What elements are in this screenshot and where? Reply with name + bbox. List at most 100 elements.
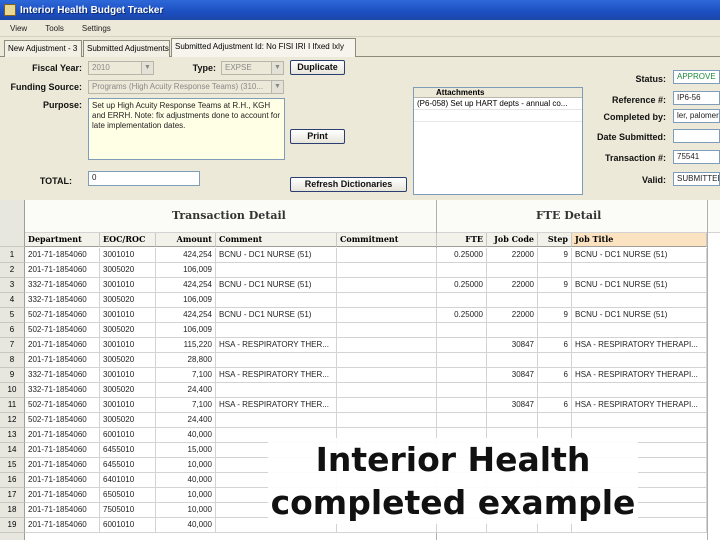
transaction-field[interactable]: 75541 (673, 150, 720, 164)
column-header-fte[interactable]: FTE (437, 233, 487, 247)
table-cell[interactable]: 22000 (487, 278, 538, 293)
column-header-department[interactable]: Department (25, 233, 100, 247)
table-cell[interactable] (572, 323, 707, 338)
table-cell[interactable]: HSA - RESPIRATORY THERAPI... (572, 398, 707, 413)
menu-settings[interactable]: Settings (72, 24, 119, 33)
table-cell[interactable]: 28,800 (156, 353, 216, 368)
column-header-job-code[interactable]: Job Code (487, 233, 538, 247)
table-cell[interactable] (487, 353, 538, 368)
row-number[interactable]: 5 (0, 308, 25, 323)
table-cell[interactable]: 15,000 (156, 443, 216, 458)
table-cell[interactable] (437, 263, 487, 278)
table-cell[interactable]: 3005020 (100, 263, 156, 278)
table-cell[interactable]: HSA - RESPIRATORY THERAPI... (572, 338, 707, 353)
tab-submitted-adjustment-detail[interactable]: Submitted Adjustment Id: No FISI IRI I I… (171, 38, 356, 57)
table-cell[interactable]: 201-71-1854060 (25, 443, 100, 458)
table-cell[interactable]: 3001010 (100, 248, 156, 263)
table-cell[interactable] (216, 383, 337, 398)
row-number[interactable]: 8 (0, 353, 25, 368)
table-cell[interactable]: 22000 (487, 248, 538, 263)
row-number[interactable]: 6 (0, 323, 25, 338)
table-cell[interactable]: HSA - RESPIRATORY THER... (216, 398, 337, 413)
table-cell[interactable] (572, 383, 707, 398)
table-cell[interactable]: 6 (538, 368, 572, 383)
table-cell[interactable] (572, 293, 707, 308)
table-cell[interactable]: 3001010 (100, 338, 156, 353)
menu-view[interactable]: View (0, 24, 35, 33)
table-cell[interactable]: HSA - RESPIRATORY THERAPI... (572, 368, 707, 383)
table-cell[interactable]: 502-71-1854060 (25, 308, 100, 323)
table-cell[interactable]: 332-71-1854060 (25, 368, 100, 383)
table-cell[interactable]: 22000 (487, 308, 538, 323)
table-cell[interactable]: BCNU - DC1 NURSE (51) (572, 248, 707, 263)
table-cell[interactable] (487, 323, 538, 338)
table-cell[interactable] (437, 323, 487, 338)
table-cell[interactable] (337, 248, 437, 263)
table-cell[interactable]: 40,000 (156, 518, 216, 533)
funding-source-select[interactable]: Programs (High Acuity Response Teams) (3… (88, 80, 284, 94)
table-cell[interactable]: 502-71-1854060 (25, 323, 100, 338)
table-cell[interactable]: 201-71-1854060 (25, 458, 100, 473)
column-header-job-title[interactable]: Job Title (572, 233, 707, 247)
table-cell[interactable] (538, 263, 572, 278)
duplicate-button[interactable]: Duplicate (290, 60, 345, 75)
table-cell[interactable]: 201-71-1854060 (25, 518, 100, 533)
reference-field[interactable]: IP6-56 (673, 91, 720, 105)
table-cell[interactable] (572, 413, 707, 428)
table-cell[interactable] (337, 338, 437, 353)
table-cell[interactable] (216, 353, 337, 368)
row-number[interactable]: 9 (0, 368, 25, 383)
table-cell[interactable] (437, 368, 487, 383)
table-cell[interactable]: 3001010 (100, 368, 156, 383)
column-header-amount[interactable]: Amount (156, 233, 216, 247)
table-cell[interactable] (437, 293, 487, 308)
row-number[interactable]: 11 (0, 398, 25, 413)
table-cell[interactable]: 6 (538, 338, 572, 353)
table-cell[interactable]: 424,254 (156, 248, 216, 263)
select-all-corner[interactable] (0, 233, 25, 247)
table-cell[interactable]: 0.25000 (437, 248, 487, 263)
table-cell[interactable]: 7,100 (156, 398, 216, 413)
table-cell[interactable] (337, 353, 437, 368)
table-cell[interactable] (538, 413, 572, 428)
table-cell[interactable] (337, 263, 437, 278)
table-cell[interactable]: BCNU - DC1 NURSE (51) (572, 308, 707, 323)
table-cell[interactable] (437, 338, 487, 353)
table-cell[interactable]: 7505010 (100, 503, 156, 518)
table-cell[interactable]: 40,000 (156, 473, 216, 488)
table-cell[interactable]: 24,400 (156, 383, 216, 398)
table-cell[interactable]: 332-71-1854060 (25, 293, 100, 308)
row-number[interactable]: 2 (0, 263, 25, 278)
tab-new-adjustment[interactable]: New Adjustment - 3 (4, 40, 82, 57)
row-number[interactable]: 13 (0, 428, 25, 443)
row-number[interactable]: 15 (0, 458, 25, 473)
table-cell[interactable] (437, 413, 487, 428)
table-cell[interactable] (337, 398, 437, 413)
table-cell[interactable] (337, 293, 437, 308)
table-cell[interactable] (437, 353, 487, 368)
table-cell[interactable]: BCNU - DC1 NURSE (51) (216, 278, 337, 293)
table-cell[interactable] (538, 323, 572, 338)
table-cell[interactable]: 6001010 (100, 518, 156, 533)
table-cell[interactable]: 30847 (487, 398, 538, 413)
table-cell[interactable]: 3005020 (100, 353, 156, 368)
table-cell[interactable]: 332-71-1854060 (25, 383, 100, 398)
table-cell[interactable]: 3001010 (100, 398, 156, 413)
row-number[interactable]: 3 (0, 278, 25, 293)
table-cell[interactable] (337, 278, 437, 293)
table-cell[interactable]: BCNU - DC1 NURSE (51) (572, 278, 707, 293)
table-cell[interactable] (487, 293, 538, 308)
table-cell[interactable]: 9 (538, 278, 572, 293)
row-number[interactable]: 10 (0, 383, 25, 398)
table-cell[interactable]: 7,100 (156, 368, 216, 383)
row-number[interactable]: 14 (0, 443, 25, 458)
table-cell[interactable] (538, 353, 572, 368)
row-number[interactable]: 7 (0, 338, 25, 353)
attachment-item[interactable]: (P6-058) Set up HART depts - annual co..… (414, 98, 582, 110)
table-cell[interactable]: 0.25000 (437, 278, 487, 293)
menu-tools[interactable]: Tools (35, 24, 72, 33)
table-cell[interactable]: 201-71-1854060 (25, 353, 100, 368)
row-number[interactable]: 19 (0, 518, 25, 533)
table-cell[interactable] (487, 263, 538, 278)
table-cell[interactable]: 6 (538, 398, 572, 413)
